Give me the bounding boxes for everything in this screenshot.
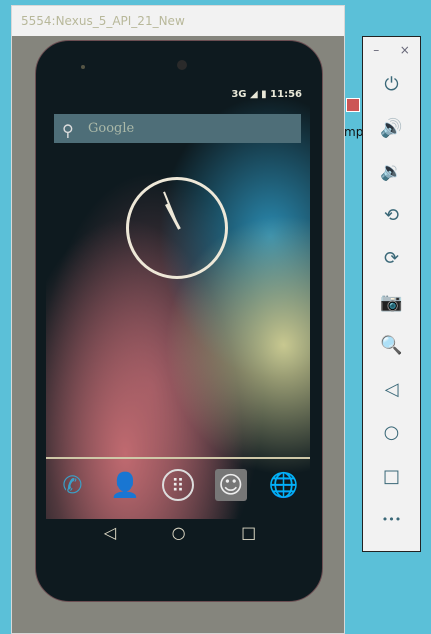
zoom-button[interactable]: 🔍: [363, 324, 420, 368]
dock-divider: [46, 457, 310, 459]
analog-clock-widget[interactable]: [126, 177, 228, 279]
back-button[interactable]: ◁: [104, 523, 116, 542]
clock-time: 11:56: [270, 89, 302, 100]
search-placeholder: Google: [88, 121, 135, 136]
phone-icon[interactable]: ✆: [56, 469, 88, 501]
volume-down-button[interactable]: 🔉: [363, 150, 420, 194]
minimize-button[interactable]: –: [373, 37, 379, 63]
phone-frame: 3G ◢ ▮ 11:56 ⚲ Google ✆ 👤 ⠿ ☺ 🌐 ◁ ○ □: [35, 40, 323, 602]
rotate-left-button[interactable]: ⟲: [363, 194, 420, 238]
window-title[interactable]: 5554:Nexus_5_API_21_New: [12, 6, 344, 36]
messaging-icon[interactable]: ☺: [214, 469, 247, 501]
volume-up-button[interactable]: 🔊: [363, 107, 420, 151]
emulator-window: 5554:Nexus_5_API_21_New 3G ◢ ▮ 11:56 ⚲ Go…: [11, 5, 345, 634]
more-button[interactable]: •••: [363, 498, 420, 542]
recents-button[interactable]: □: [241, 523, 256, 542]
screenshot-button[interactable]: 📷: [363, 281, 420, 325]
close-button[interactable]: ×: [400, 37, 410, 63]
network-icon: 3G: [231, 89, 247, 100]
overview-button[interactable]: □: [363, 455, 420, 499]
navigation-bar: ◁ ○ □: [36, 523, 324, 542]
search-icon: ⚲: [62, 121, 74, 140]
app-drawer-icon[interactable]: ⠿: [161, 469, 194, 501]
power-button[interactable]: ⏻: [363, 63, 420, 107]
dock: ✆ 👤 ⠿ ☺ 🌐: [46, 469, 310, 501]
home-button[interactable]: ○: [363, 411, 420, 455]
contacts-icon[interactable]: 👤: [109, 469, 141, 501]
sensor: [81, 65, 85, 69]
status-bar: 3G ◢ ▮ 11:56: [231, 89, 302, 100]
home-button[interactable]: ○: [172, 523, 186, 542]
minute-hand: [163, 191, 180, 230]
browser-icon[interactable]: 🌐: [268, 469, 300, 501]
emulator-toolbar: – × ⏻ 🔊 🔉 ⟲ ⟳ 📷 🔍 ◁ ○ □ •••: [362, 36, 421, 552]
rotate-right-button[interactable]: ⟳: [363, 237, 420, 281]
back-button[interactable]: ◁: [363, 368, 420, 412]
desktop-icon[interactable]: [346, 98, 360, 112]
google-search-bar[interactable]: ⚲ Google: [54, 114, 301, 143]
camera: [177, 60, 187, 70]
phone-screen[interactable]: 3G ◢ ▮ 11:56 ⚲ Google ✆ 👤 ⠿ ☺ 🌐: [46, 84, 310, 519]
